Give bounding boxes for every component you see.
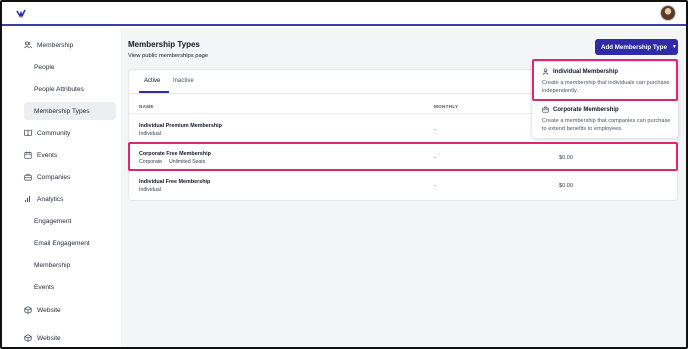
sidebar-item-label: Companies — [37, 173, 71, 181]
app-window: Membership People People Attributes Memb… — [0, 0, 688, 349]
sidebar-item-membership-types[interactable]: Membership Types — [24, 102, 116, 120]
main-content: Membership Types View public memberships… — [121, 28, 686, 347]
user-icon — [542, 68, 549, 75]
public-memberships-link[interactable]: View public memberships page — [128, 53, 208, 59]
sidebar: Membership People People Attributes Memb… — [4, 28, 121, 347]
dropdown-item-label: Individual Membership — [553, 68, 619, 75]
sidebar-item-events[interactable]: Events — [4, 149, 121, 161]
logo-icon[interactable] — [16, 8, 26, 18]
top-bar — [2, 2, 686, 26]
sidebar-item-membership[interactable]: Membership — [4, 39, 121, 51]
add-membership-dropdown: Individual Membership Create a membershi… — [532, 62, 678, 138]
sidebar-item-community[interactable]: Community — [4, 127, 121, 139]
dropdown-item-corporate[interactable]: Corporate Membership Create a membership… — [532, 100, 678, 138]
briefcase-icon — [24, 173, 32, 181]
users-icon — [24, 41, 32, 49]
table-row[interactable]: Corporate Free Membership Corporate Unli… — [129, 143, 677, 171]
row-type: Corporate — [139, 159, 163, 165]
column-header-name[interactable]: NAME — [139, 104, 154, 109]
sidebar-item-analytics-membership[interactable]: Membership — [4, 259, 121, 271]
sidebar-item-people[interactable]: People — [4, 61, 121, 73]
sidebar-item-analytics[interactable]: Analytics — [4, 193, 121, 205]
dropdown-item-individual[interactable]: Individual Membership Create a membershi… — [532, 62, 678, 100]
row-type: Individual — [139, 187, 161, 193]
avatar[interactable] — [660, 5, 676, 21]
column-header-monthly[interactable]: MONTHLY — [434, 104, 458, 109]
sidebar-item-label: Events — [37, 151, 58, 159]
row-monthly: - — [434, 155, 436, 161]
table-row[interactable]: Individual Free Membership Individual - … — [129, 171, 677, 199]
row-monthly: - — [434, 127, 436, 133]
briefcase-icon — [542, 106, 549, 113]
page-title: Membership Types — [128, 40, 200, 49]
sidebar-item-label: Email Engagement — [34, 239, 90, 247]
tab-active[interactable]: Active — [144, 78, 160, 84]
dropdown-item-title: Individual Membership — [542, 68, 618, 75]
active-tab-indicator — [139, 91, 169, 93]
row-name: Individual Premium Membership — [139, 123, 222, 129]
sidebar-item-email-engagement[interactable]: Email Engagement — [4, 237, 121, 249]
sidebar-item-engagement[interactable]: Engagement — [4, 215, 121, 227]
row-monthly: - — [434, 183, 436, 189]
sidebar-item-label: People — [34, 63, 55, 71]
sidebar-item-label: People Attributes — [34, 85, 84, 93]
row-price: $0.00 — [559, 183, 573, 189]
row-name: Individual Free Membership — [139, 179, 211, 185]
cube-icon — [24, 306, 32, 314]
dropdown-item-description: Create a membership that individuals can… — [542, 80, 670, 95]
sidebar-item-website[interactable]: Website — [4, 304, 121, 316]
sidebar-item-label: Website — [37, 334, 61, 342]
sidebar-item-label: Membership — [37, 41, 74, 49]
sidebar-item-label: Membership Types — [34, 107, 90, 115]
calendar-icon — [24, 151, 32, 159]
sidebar-item-website-2[interactable]: Website — [4, 332, 121, 344]
sidebar-item-label: Website — [37, 306, 61, 314]
dropdown-item-description: Create a membership that companies can p… — [542, 118, 671, 133]
sidebar-item-label: Analytics — [37, 195, 64, 203]
book-icon — [24, 129, 32, 137]
row-seats: Unlimited Seats — [169, 159, 206, 165]
row-type: Individual — [139, 131, 161, 137]
row-price: $0.00 — [559, 155, 573, 161]
sidebar-item-label: Community — [37, 129, 71, 137]
sidebar-item-label: Engagement — [34, 217, 72, 225]
tab-inactive[interactable]: Inactive — [173, 78, 194, 84]
row-name: Corporate Free Membership — [139, 151, 211, 157]
sidebar-item-companies[interactable]: Companies — [4, 171, 121, 183]
sidebar-item-label: Membership — [34, 261, 71, 269]
bar-chart-icon — [25, 196, 30, 202]
sidebar-item-analytics-events[interactable]: Events — [4, 281, 121, 293]
dropdown-item-label: Corporate Membership — [553, 106, 619, 113]
cube-icon — [24, 334, 32, 342]
add-membership-type-button[interactable]: Add Membership Type ▼ — [595, 39, 678, 55]
add-membership-type-label: Add Membership Type — [601, 43, 667, 51]
sidebar-item-people-attributes[interactable]: People Attributes — [4, 83, 121, 95]
chevron-down-icon: ▼ — [671, 44, 677, 50]
sidebar-item-label: Events — [34, 283, 55, 291]
dropdown-item-title: Corporate Membership — [542, 106, 619, 113]
